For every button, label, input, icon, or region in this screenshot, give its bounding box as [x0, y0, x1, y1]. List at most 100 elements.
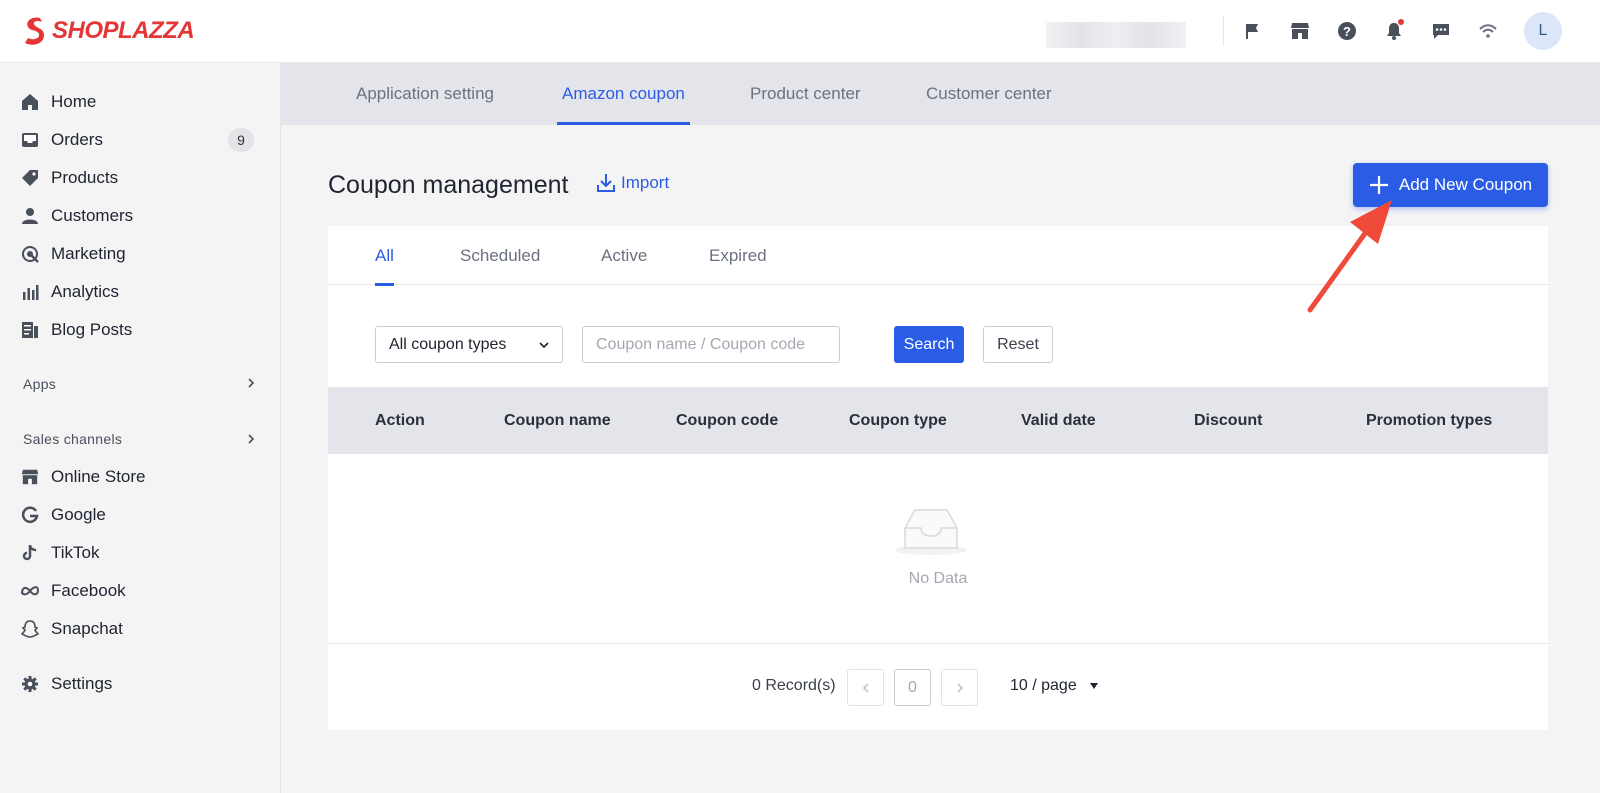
user-icon — [20, 206, 40, 226]
sidebar-item-label: Google — [51, 505, 106, 524]
column-action: Action — [375, 411, 425, 429]
apps-section-label[interactable]: Apps — [23, 376, 56, 392]
tab-application-setting[interactable]: Application setting — [356, 63, 494, 125]
sidebar-item-marketing[interactable]: Marketing — [20, 239, 254, 269]
top-bar: SHOPLAZZA ? L — [0, 0, 1600, 63]
import-label: Import — [621, 173, 670, 192]
header-divider — [1223, 16, 1224, 46]
tab-customer-center[interactable]: Customer center — [926, 63, 1052, 125]
sidebar-item-label: TikTok — [51, 543, 100, 562]
sidebar-item-products[interactable]: Products — [20, 163, 254, 193]
meta-icon — [20, 581, 40, 601]
next-page-button[interactable] — [941, 669, 978, 706]
coupon-type-select[interactable]: All coupon types — [375, 326, 563, 363]
tiktok-icon — [20, 543, 40, 563]
sidebar-item-customers[interactable]: Customers — [20, 201, 254, 231]
sidebar-item-online-store[interactable]: Online Store — [20, 462, 254, 492]
sidebar-item-tiktok[interactable]: TikTok — [20, 538, 254, 568]
sidebar-item-google[interactable]: Google — [20, 500, 254, 530]
brand-logo[interactable]: SHOPLAZZA — [22, 16, 195, 46]
tab-scheduled[interactable]: Scheduled — [460, 226, 540, 285]
tab-amazon-coupon[interactable]: Amazon coupon — [557, 63, 690, 125]
column-coupon-name: Coupon name — [504, 411, 611, 429]
help-icon[interactable]: ? — [1334, 18, 1360, 44]
pagination: 0 Record(s) 0 10 / page — [328, 644, 1548, 730]
import-button[interactable]: Import — [597, 173, 669, 193]
reset-button[interactable]: Reset — [983, 326, 1053, 363]
sidebar-item-settings[interactable]: Settings — [20, 669, 254, 699]
page-size-value: 10 / page — [1010, 677, 1077, 694]
sidebar-item-label: Settings — [51, 674, 113, 693]
blurred-store-name — [1046, 22, 1186, 48]
column-discount: Discount — [1194, 411, 1263, 429]
sidebar-item-label: Snapchat — [51, 619, 123, 638]
bar-chart-icon — [20, 282, 40, 302]
add-new-coupon-label: Add New Coupon — [1398, 175, 1533, 194]
page-number[interactable]: 0 — [894, 669, 931, 706]
page-title: Coupon management — [328, 171, 569, 199]
search-button[interactable]: Search — [894, 326, 964, 363]
empty-inbox-icon — [895, 509, 967, 555]
tag-icon — [20, 168, 40, 188]
home-icon — [20, 92, 40, 112]
tab-active[interactable]: Active — [601, 226, 647, 285]
chevron-left-icon — [862, 682, 869, 693]
sales-channels-section-label[interactable]: Sales channels — [23, 431, 122, 447]
empty-state: No Data — [328, 454, 1548, 644]
sidebar: Home Orders 9 Products Customers Marketi… — [0, 63, 281, 793]
main-content: Application setting Amazon coupon Produc… — [281, 63, 1600, 793]
tab-product-center[interactable]: Product center — [750, 63, 861, 125]
app-window: SHOPLAZZA ? L Home Orders 9 Products Cus… — [0, 0, 1600, 793]
chevron-right-icon — [956, 682, 963, 693]
no-data-text: No Data — [908, 570, 968, 587]
sidebar-item-home[interactable]: Home — [20, 87, 254, 117]
column-valid-date: Valid date — [1021, 411, 1096, 429]
brand-name: SHOPLAZZA — [52, 17, 195, 44]
wifi-icon[interactable] — [1475, 18, 1501, 44]
chat-icon[interactable] — [1428, 18, 1454, 44]
sidebar-item-facebook[interactable]: Facebook — [20, 576, 254, 606]
sidebar-item-analytics[interactable]: Analytics — [20, 277, 254, 307]
shoplazza-logo-icon — [25, 17, 44, 45]
sidebar-item-label: Analytics — [51, 282, 120, 301]
flag-icon[interactable] — [1240, 18, 1266, 44]
sidebar-item-orders[interactable]: Orders 9 — [20, 125, 254, 155]
caret-down-icon — [1089, 683, 1098, 689]
sidebar-item-label: Orders — [51, 130, 103, 149]
prev-page-button[interactable] — [847, 669, 884, 706]
column-promotion-types: Promotion types — [1366, 411, 1493, 429]
column-coupon-type: Coupon type — [849, 411, 947, 429]
chevron-right-icon[interactable] — [245, 433, 257, 445]
sidebar-item-label: Products — [51, 168, 119, 187]
inbox-icon — [20, 130, 40, 150]
sidebar-item-label: Facebook — [51, 581, 126, 600]
bell-icon[interactable] — [1381, 18, 1407, 44]
page-size-select[interactable]: 10 / page — [1010, 677, 1099, 695]
notification-dot — [1398, 19, 1404, 25]
orders-count-badge: 9 — [228, 128, 254, 152]
target-icon — [20, 244, 40, 264]
sidebar-item-snapchat[interactable]: Snapchat — [20, 614, 254, 644]
sidebar-item-label: Blog Posts — [51, 320, 133, 339]
chevron-right-icon[interactable] — [245, 377, 257, 389]
user-avatar[interactable]: L — [1524, 12, 1562, 50]
store-icon[interactable] — [1287, 18, 1313, 44]
gear-icon — [20, 674, 40, 694]
google-icon — [20, 505, 40, 525]
svg-text:?: ? — [1343, 24, 1351, 39]
chevron-down-icon — [539, 342, 549, 349]
sidebar-item-label: Marketing — [51, 244, 126, 263]
tab-expired[interactable]: Expired — [709, 226, 767, 285]
coupon-search-input[interactable] — [582, 326, 840, 363]
coupon-type-value: All coupon types — [389, 335, 507, 353]
blog-icon — [20, 320, 40, 340]
sidebar-item-label: Customers — [51, 206, 134, 225]
annotation-arrow-icon — [1307, 200, 1392, 313]
sidebar-item-blog-posts[interactable]: Blog Posts — [20, 315, 254, 345]
column-coupon-code: Coupon code — [676, 411, 779, 429]
sidebar-item-label: Home — [51, 92, 97, 111]
table-header: Action Coupon name Coupon code Coupon ty… — [328, 387, 1548, 454]
record-count: 0 Record(s) — [752, 677, 836, 694]
tab-all[interactable]: All — [375, 226, 394, 286]
app-tabs: Application setting Amazon coupon Produc… — [281, 63, 1600, 125]
